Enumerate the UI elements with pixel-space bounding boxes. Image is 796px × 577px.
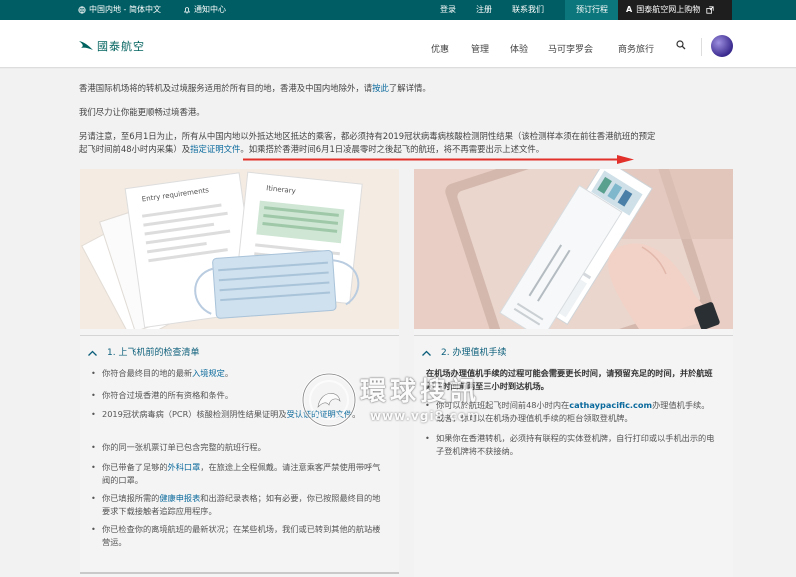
contact-link[interactable]: 联系我们: [512, 0, 544, 20]
item-text: 2019冠状病毒病（PCR）核酸检测阴性结果证明及: [102, 409, 287, 419]
checklist-title: 1. 上飞机前的检查清单: [107, 348, 200, 358]
brushwing-logo-icon: [79, 41, 93, 50]
checkin-title: 2. 办理值机手续: [441, 348, 507, 358]
entry-rules-link[interactable]: 入境规定: [192, 368, 225, 378]
item-tail: 。: [224, 368, 234, 378]
transit-notice-tail: 了解详情。: [388, 83, 431, 93]
shop-logo-icon: A: [626, 5, 633, 14]
checkin-accordion-header[interactable]: 2. 办理值机手续: [422, 345, 506, 358]
item-text: 你符合最终目的地的最新: [102, 368, 193, 378]
search-icon[interactable]: [676, 40, 686, 50]
health-declaration-link[interactable]: 健康申报表: [159, 493, 200, 503]
region-selector[interactable]: 中国内地 - 简体中文: [78, 0, 161, 20]
nav-marco-polo[interactable]: 马可孛罗会: [548, 42, 593, 55]
shop-label: 国泰航空网上购物: [636, 5, 701, 14]
checklist-item: 你已填报所需的健康申报表和出游纪录表格；如有必要，你已按照最终目的地要求下载接触…: [91, 492, 382, 518]
checklist-accordion-header[interactable]: 1. 上飞机前的检查清单: [88, 345, 199, 358]
checkin-item: 你可以於航班起飞时间前48小时内在cathaypacific.com办理值机手续…: [425, 399, 716, 425]
shop-link[interactable]: A 国泰航空网上购物: [618, 0, 732, 20]
card1-bottom-divider: [80, 572, 399, 574]
checklist-item: 你已检查你的离境航班的最新状况；在某些机场，我们或已转到其他的航站楼营运。: [91, 523, 382, 549]
item-text: 你可以於航班起飞时间前48小时内在: [436, 400, 570, 410]
checklist-item: 你符合过境香港的所有资格和条件。: [91, 389, 382, 402]
designated-docs-link[interactable]: 指定证明文件: [190, 144, 240, 154]
card2-divider: [414, 335, 733, 336]
item-text: 你已检查你的离境航班的最新状况；在某些机场，我们或已转到其他的航站楼营运。: [102, 524, 381, 547]
checkin-card: 2. 办理值机手续 在机场办理值机手续的过程可能会需要更长时间，请预留充足的时间…: [414, 169, 733, 577]
certified-docs-link[interactable]: 受认证的证明文件: [287, 409, 353, 419]
annotation-arrow: [243, 155, 634, 164]
covid-test-notice: 另请注意，至6月1日为止，所有从中国内地以外抵达地区抵达的乘客，都必须持有201…: [79, 130, 739, 156]
top-bar: 中国内地 - 简体中文 通知中心 登录 注册 联系我们 预订行程 A 国泰航空网上…: [0, 0, 796, 20]
documents-illustration: Entry requirements Itinerary: [80, 169, 399, 329]
boarding-pass-illustration: [414, 169, 733, 329]
manage-booking-link[interactable]: 预订行程: [565, 0, 619, 20]
cathay-website-link[interactable]: cathaypacific.com: [569, 400, 652, 410]
checklist-item: 你已带备了足够的外科口罩，在旅途上全程佩戴。请注意乘客严禁使用带呼气阀的口罩。: [91, 461, 382, 487]
logo-text: 國泰航空: [97, 40, 145, 53]
cathay-logo[interactable]: 國泰航空: [78, 36, 145, 56]
checklist-item: 你符合最终目的地的最新入境规定。: [91, 367, 382, 380]
chevron-up-icon: [88, 350, 97, 356]
covid-notice-line2a: 起飞时间前48小时内采集）及: [79, 144, 191, 154]
notification-label: 通知中心: [194, 5, 226, 14]
nav-experience[interactable]: 体验: [510, 42, 528, 55]
nav-offers[interactable]: 优惠: [431, 42, 449, 55]
main-content: 香港国际机场将的转机及过境服务适用於所有目的地，香港及中国内地除外，请按此了解详…: [0, 69, 796, 577]
transit-notice: 香港国际机场将的转机及过境服务适用於所有目的地，香港及中国内地除外，请按此了解详…: [79, 82, 431, 95]
globe-icon: [78, 5, 86, 14]
checklist-item: 2019冠状病毒病（PCR）核酸检测阴性结果证明及受认证的证明文件。: [91, 408, 382, 421]
checklist-card: Entry requirements Itinerary 1. 上飞机前的检查清…: [80, 169, 399, 577]
external-link-icon: [706, 5, 714, 14]
item-tail: 。: [352, 409, 361, 419]
nav-manage[interactable]: 管理: [471, 42, 489, 55]
covid-notice-line2b: 。如乘搭於香港时间6月1日凌晨零时之後起飞的航班，将不再需要出示上述文件。: [240, 144, 545, 154]
item-text: 如果你在香港转机，必须持有联程的实体登机牌，自行打印或以手机出示的电子登机牌将不…: [436, 433, 715, 456]
login-link[interactable]: 登录: [440, 0, 456, 20]
register-link[interactable]: 注册: [476, 0, 492, 20]
main-header: 國泰航空 优惠 管理 体验 马可孛罗会 商务旅行: [0, 20, 796, 68]
item-text: 你的同一张机票订单已包含完整的航班行程。: [102, 442, 266, 452]
covid-notice-line1: 另请注意，至6月1日为止，所有从中国内地以外抵达地区抵达的乘客，都必须持有201…: [79, 131, 656, 141]
checkin-item: 如果你在香港转机，必须持有联程的实体登机牌，自行打印或以手机出示的电子登机牌将不…: [425, 432, 716, 458]
transit-notice-text: 香港国际机场将的转机及过境服务适用於所有目的地，香港及中国内地除外，请: [79, 83, 373, 93]
card1-divider: [80, 335, 399, 336]
nav-divider: [701, 38, 702, 56]
chevron-up-icon: [422, 350, 431, 356]
user-avatar[interactable]: [711, 35, 733, 57]
nav-business[interactable]: 商务旅行: [618, 42, 654, 55]
click-here-link[interactable]: 按此: [372, 83, 389, 93]
checkin-warning: 在机场办理值机手续的过程可能会需要更长时间，请预留充足的时间，并於航班起飞时间前…: [426, 368, 713, 391]
region-label: 中国内地 - 简体中文: [89, 5, 161, 14]
notification-center-link[interactable]: 通知中心: [183, 0, 226, 20]
item-text: 你符合过境香港的所有资格和条件。: [102, 390, 234, 400]
transit-smooth-text: 我们尽力让你能更顺畅过境香港。: [79, 107, 205, 117]
bell-icon: [183, 6, 191, 14]
item-text: 你已填报所需的: [102, 493, 160, 503]
item-text: 你已带备了足够的: [102, 462, 168, 472]
checklist-item: 你的同一张机票订单已包含完整的航班行程。: [91, 441, 382, 454]
surgical-mask-link[interactable]: 外科口罩: [168, 462, 201, 472]
